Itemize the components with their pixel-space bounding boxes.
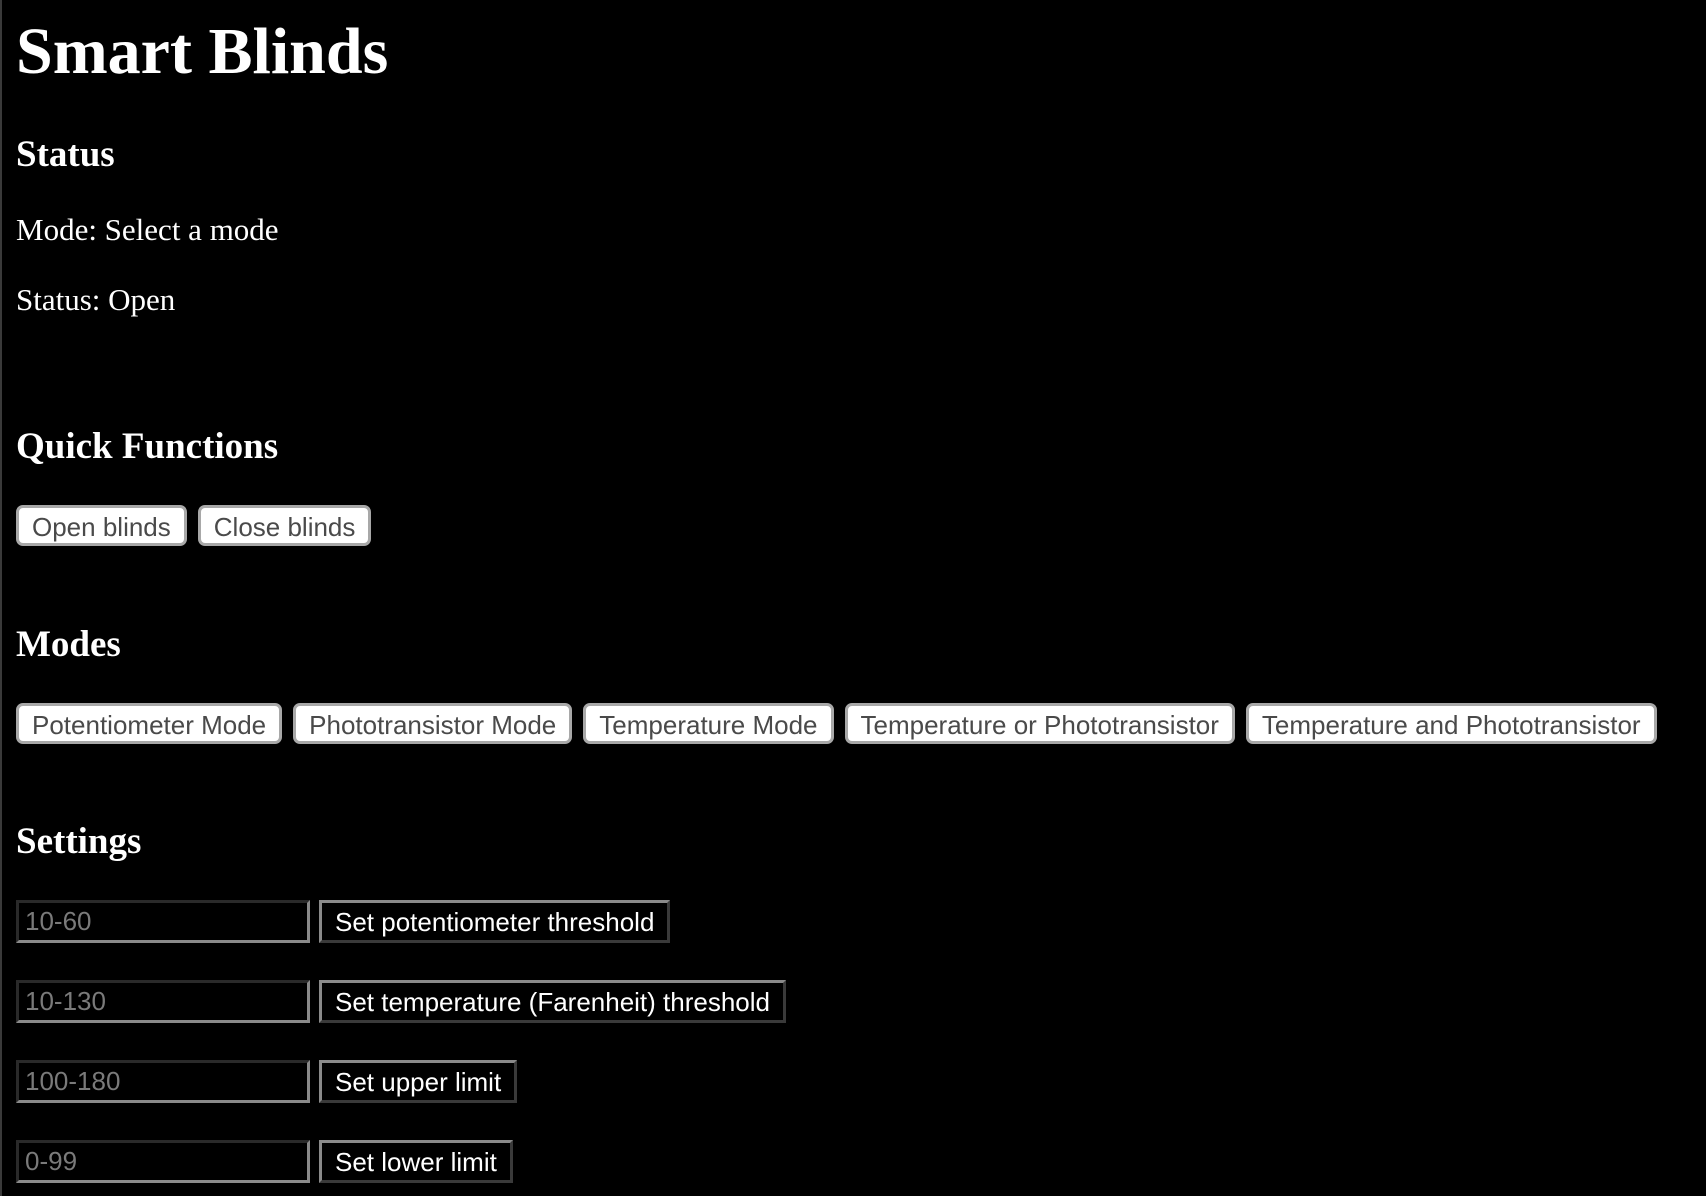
potentiometer-threshold-input[interactable]	[16, 900, 310, 943]
window-left-edge	[0, 0, 2, 1196]
lower-limit-input[interactable]	[16, 1140, 310, 1183]
temperature-threshold-input[interactable]	[16, 980, 310, 1023]
quick-functions-heading: Quick Functions	[16, 426, 279, 467]
page-title: Smart Blinds	[16, 15, 389, 88]
set-lower-limit-button[interactable]: Set lower limit	[319, 1140, 513, 1183]
temperature-or-phototransistor-button[interactable]: Temperature or Phototransistor	[844, 703, 1235, 744]
upper-limit-input[interactable]	[16, 1060, 310, 1103]
lower-limit-row: Set lower limit	[16, 1140, 513, 1183]
close-blinds-button[interactable]: Close blinds	[197, 505, 372, 546]
modes-row: Potentiometer Mode Phototransistor Mode …	[16, 703, 1657, 744]
potentiometer-mode-button[interactable]: Potentiometer Mode	[16, 703, 283, 744]
temperature-threshold-row: Set temperature (Farenheit) threshold	[16, 980, 786, 1023]
open-blinds-button[interactable]: Open blinds	[16, 505, 187, 546]
phototransistor-mode-button[interactable]: Phototransistor Mode	[293, 703, 573, 744]
potentiometer-threshold-row: Set potentiometer threshold	[16, 900, 671, 943]
set-potentiometer-threshold-button[interactable]: Set potentiometer threshold	[319, 900, 671, 943]
upper-limit-row: Set upper limit	[16, 1060, 518, 1103]
blinds-status-text: Status: Open	[16, 282, 176, 317]
mode-status-text: Mode: Select a mode	[16, 212, 279, 247]
status-heading: Status	[16, 134, 115, 175]
modes-heading: Modes	[16, 624, 121, 665]
settings-heading: Settings	[16, 821, 142, 862]
temperature-and-phototransistor-button[interactable]: Temperature and Phototransistor	[1245, 703, 1657, 744]
set-temperature-threshold-button[interactable]: Set temperature (Farenheit) threshold	[319, 980, 786, 1023]
temperature-mode-button[interactable]: Temperature Mode	[583, 703, 834, 744]
quick-functions-row: Open blinds Close blinds	[16, 505, 372, 546]
set-upper-limit-button[interactable]: Set upper limit	[319, 1060, 518, 1103]
